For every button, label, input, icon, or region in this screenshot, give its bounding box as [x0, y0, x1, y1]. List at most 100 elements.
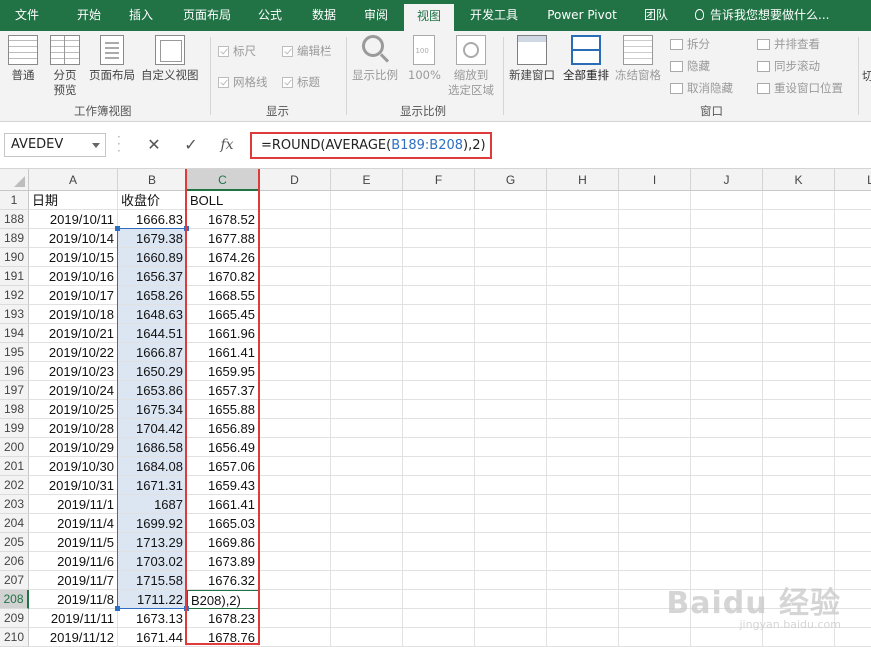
tab-2[interactable]: 插入 [122, 0, 160, 31]
empty-cell[interactable] [547, 343, 619, 362]
empty-cell[interactable] [259, 571, 331, 590]
empty-cell[interactable] [691, 381, 763, 400]
empty-cell[interactable] [691, 438, 763, 457]
empty-cell[interactable] [475, 248, 547, 267]
empty-cell[interactable] [403, 305, 475, 324]
column-header-b[interactable]: B [118, 169, 187, 191]
unhide-button[interactable]: 取消隐藏 [670, 81, 733, 95]
empty-cell[interactable] [475, 590, 547, 609]
tab-6[interactable]: 审阅 [357, 0, 395, 31]
date-cell[interactable]: 2019/10/11 [29, 210, 118, 229]
empty-cell[interactable] [331, 628, 403, 647]
boll-cell[interactable]: 1655.88 [187, 400, 259, 419]
row-header[interactable]: 189 [0, 229, 29, 248]
empty-cell[interactable] [547, 552, 619, 571]
column-header-h[interactable]: H [547, 169, 619, 191]
empty-cell[interactable] [763, 305, 835, 324]
empty-cell[interactable] [259, 381, 331, 400]
close-price-cell[interactable]: 1658.26 [118, 286, 187, 305]
empty-cell[interactable] [547, 210, 619, 229]
empty-cell[interactable] [763, 248, 835, 267]
empty-cell[interactable] [835, 362, 871, 381]
date-cell[interactable]: 2019/10/16 [29, 267, 118, 286]
custom-views-button[interactable]: 自定义视图 [141, 35, 199, 83]
empty-cell[interactable] [835, 191, 871, 210]
headings-checkbox[interactable]: 标题 [282, 75, 320, 89]
row-header[interactable]: 191 [0, 267, 29, 286]
empty-cell[interactable] [331, 476, 403, 495]
empty-cell[interactable] [331, 457, 403, 476]
close-price-cell[interactable]: 1684.08 [118, 457, 187, 476]
row-header[interactable]: 202 [0, 476, 29, 495]
date-cell[interactable]: 2019/10/28 [29, 419, 118, 438]
boll-cell[interactable]: 1659.95 [187, 362, 259, 381]
empty-cell[interactable] [259, 552, 331, 571]
date-cell[interactable]: 2019/10/24 [29, 381, 118, 400]
empty-cell[interactable] [619, 552, 691, 571]
insert-function-icon[interactable]: fx [216, 134, 238, 156]
empty-cell[interactable] [619, 286, 691, 305]
empty-cell[interactable] [475, 628, 547, 647]
empty-cell[interactable] [619, 248, 691, 267]
row-header[interactable]: 203 [0, 495, 29, 514]
empty-cell[interactable] [475, 229, 547, 248]
active-editing-cell[interactable]: B208),2) [187, 590, 259, 609]
date-cell[interactable]: 2019/11/5 [29, 533, 118, 552]
empty-cell[interactable] [475, 362, 547, 381]
empty-cell[interactable] [403, 324, 475, 343]
date-cell[interactable]: 2019/10/22 [29, 343, 118, 362]
date-cell[interactable]: 2019/10/14 [29, 229, 118, 248]
empty-cell[interactable] [835, 229, 871, 248]
empty-cell[interactable] [691, 476, 763, 495]
tab-5[interactable]: 数据 [305, 0, 343, 31]
date-cell[interactable]: 2019/10/15 [29, 248, 118, 267]
empty-cell[interactable] [259, 495, 331, 514]
close-price-cell[interactable]: 1648.63 [118, 305, 187, 324]
empty-cell[interactable] [259, 609, 331, 628]
empty-cell[interactable] [691, 286, 763, 305]
empty-cell[interactable] [547, 438, 619, 457]
empty-cell[interactable] [475, 419, 547, 438]
empty-cell[interactable] [835, 324, 871, 343]
boll-cell[interactable]: 1678.76 [187, 628, 259, 647]
date-cell[interactable]: 2019/11/1 [29, 495, 118, 514]
empty-cell[interactable] [835, 457, 871, 476]
column-header-e[interactable]: E [331, 169, 403, 191]
empty-cell[interactable] [475, 514, 547, 533]
new-window-button[interactable]: 新建窗口 [509, 35, 555, 83]
empty-cell[interactable] [835, 343, 871, 362]
empty-cell[interactable] [259, 400, 331, 419]
empty-cell[interactable] [403, 191, 475, 210]
empty-cell[interactable] [619, 324, 691, 343]
empty-cell[interactable] [403, 533, 475, 552]
tab-0[interactable]: 文件 [8, 0, 46, 31]
empty-cell[interactable] [763, 267, 835, 286]
empty-cell[interactable] [259, 419, 331, 438]
close-price-cell[interactable]: 1679.38 [118, 229, 187, 248]
empty-cell[interactable] [835, 514, 871, 533]
close-price-cell[interactable]: 1686.58 [118, 438, 187, 457]
empty-cell[interactable] [259, 438, 331, 457]
boll-cell[interactable]: 1674.26 [187, 248, 259, 267]
empty-cell[interactable] [259, 514, 331, 533]
boll-cell[interactable]: 1657.37 [187, 381, 259, 400]
empty-cell[interactable] [619, 495, 691, 514]
empty-cell[interactable] [763, 476, 835, 495]
empty-cell[interactable] [403, 609, 475, 628]
empty-cell[interactable] [331, 438, 403, 457]
empty-cell[interactable] [475, 210, 547, 229]
empty-cell[interactable] [331, 552, 403, 571]
empty-cell[interactable] [547, 362, 619, 381]
empty-cell[interactable] [475, 571, 547, 590]
empty-cell[interactable] [835, 267, 871, 286]
empty-cell[interactable] [763, 343, 835, 362]
tab-1[interactable]: 开始 [70, 0, 108, 31]
cancel-icon[interactable]: ✕ [143, 134, 165, 156]
empty-cell[interactable] [619, 343, 691, 362]
zoom-button[interactable]: 显示比例 [352, 35, 398, 83]
empty-cell[interactable] [835, 248, 871, 267]
date-cell[interactable]: 2019/11/8 [29, 590, 118, 609]
date-cell[interactable]: 2019/11/6 [29, 552, 118, 571]
close-price-cell[interactable]: 1704.42 [118, 419, 187, 438]
close-price-cell[interactable]: 1660.89 [118, 248, 187, 267]
